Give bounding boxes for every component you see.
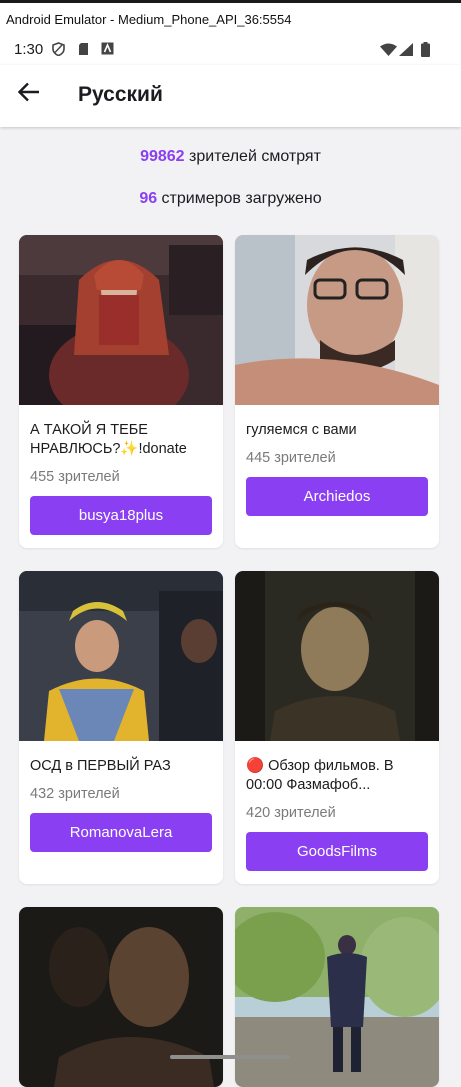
stream-viewers: 455 зрителей <box>30 469 120 485</box>
stream-card[interactable]: 🔴 Обзор фильмов. В 00:00 Фазмафоб... 420… <box>235 571 439 884</box>
stream-thumbnail <box>235 907 439 1087</box>
channel-button[interactable]: RomanovaLera <box>30 813 212 852</box>
streamers-count: 96 <box>139 190 158 207</box>
stream-title: ОСД в ПЕРВЫЙ РАЗ <box>30 758 171 774</box>
shield-icon <box>52 42 65 61</box>
channel-button[interactable]: busya18plus <box>30 496 212 535</box>
stream-viewers: 445 зрителей <box>246 450 336 466</box>
stream-title: 🔴 Обзор фильмов. В 00:00 Фазмафоб... <box>246 758 394 793</box>
app-notification-icon <box>101 42 114 60</box>
home-indicator[interactable] <box>170 1055 290 1059</box>
stream-thumbnail <box>19 571 223 741</box>
stream-card[interactable]: гуляемся с вами 445 зрителей Archiedos <box>235 235 439 548</box>
viewers-count: 99862 <box>140 148 185 165</box>
stream-viewers: 432 зрителей <box>30 786 120 802</box>
status-time: 1:30 <box>14 41 44 58</box>
stream-card[interactable] <box>235 907 439 1087</box>
stream-thumbnail <box>19 907 223 1087</box>
status-bar: 1:30 <box>0 33 461 65</box>
viewers-stat-label: зрителей смотрят <box>184 148 321 165</box>
battery-icon <box>421 42 430 62</box>
stream-card[interactable] <box>19 907 223 1087</box>
sd-card-icon <box>78 42 89 61</box>
channel-button[interactable]: Archiedos <box>246 477 428 516</box>
back-button[interactable] <box>10 75 48 113</box>
stream-card[interactable]: ОСД в ПЕРВЫЙ РАЗ 432 зрителей RomanovaLe… <box>19 571 223 884</box>
app-bar: Русский <box>0 65 461 127</box>
window-title: Android Emulator - Medium_Phone_API_36:5… <box>6 12 292 27</box>
stream-thumbnail <box>235 235 439 405</box>
streamers-stat-label: стримеров загружено <box>157 190 322 207</box>
stream-title: гуляемся с вами <box>246 422 357 438</box>
viewers-stat: 99862 зрителей смотрят <box>0 148 461 166</box>
cell-signal-icon <box>399 43 413 61</box>
streamers-stat: 96 стримеров загружено <box>0 190 461 208</box>
arrow-back-icon <box>17 82 40 107</box>
stream-card[interactable]: А ТАКОЙ Я ТЕБЕ НРАВЛЮСЬ?✨!donate 455 зри… <box>19 235 223 548</box>
stream-title: А ТАКОЙ Я ТЕБЕ НРАВЛЮСЬ?✨!donate <box>30 422 187 457</box>
emulator-window-bar: Android Emulator - Medium_Phone_API_36:5… <box>0 0 461 33</box>
stream-thumbnail <box>235 571 439 741</box>
stream-viewers: 420 зрителей <box>246 805 336 821</box>
channel-button[interactable]: GoodsFilms <box>246 832 428 871</box>
wifi-icon <box>380 43 397 61</box>
stream-thumbnail <box>19 235 223 405</box>
page-title: Русский <box>78 83 163 106</box>
